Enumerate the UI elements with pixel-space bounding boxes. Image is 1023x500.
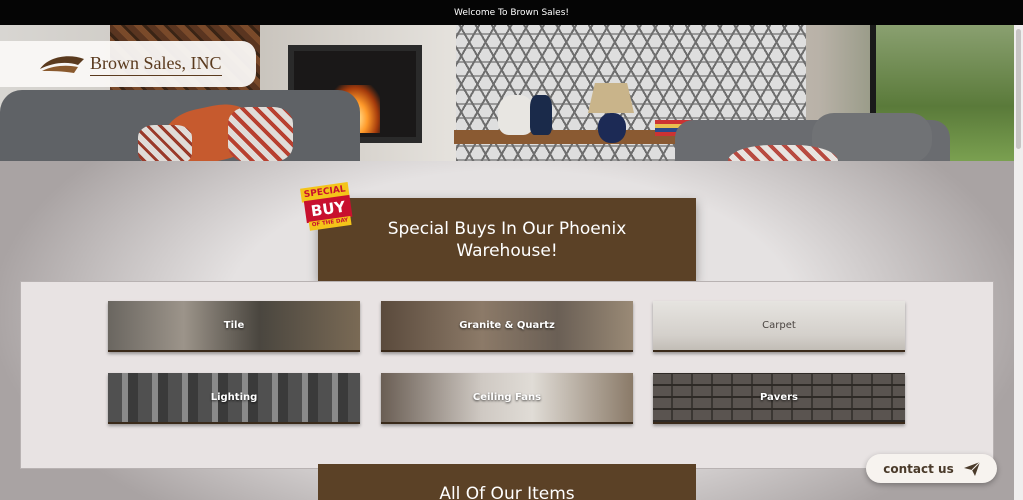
all-items-heading-text: All Of Our Items (439, 484, 575, 500)
contact-us-label: contact us (883, 461, 954, 476)
category-label: Tile (223, 320, 245, 331)
category-label: Carpet (762, 320, 796, 331)
special-buy-badge: SPECIAL BUY OF THE DAY (300, 182, 356, 235)
category-label: Ceiling Fans (472, 392, 542, 403)
paper-plane-icon (963, 461, 980, 476)
category-tile-lighting[interactable]: Lighting (108, 373, 360, 424)
logo-text: Brown Sales, INC (90, 53, 222, 76)
all-items-heading: All Of Our Items (318, 464, 696, 500)
logo-mark-icon (40, 56, 84, 73)
category-tile-ceiling-fans[interactable]: Ceiling Fans (381, 373, 633, 424)
category-label: Granite & Quartz (459, 320, 555, 331)
scrollbar-thumb[interactable] (1016, 29, 1021, 149)
site-logo[interactable]: Brown Sales, INC (0, 41, 256, 87)
category-tile-tile[interactable]: Tile (108, 301, 360, 352)
contact-us-button[interactable]: contact us (866, 454, 997, 483)
welcome-text: Welcome To Brown Sales! (453, 7, 570, 18)
welcome-bar: Welcome To Brown Sales! (0, 0, 1023, 25)
category-tile-carpet[interactable]: Carpet (653, 301, 905, 352)
page-scrollbar[interactable] (1014, 25, 1023, 500)
category-tile-pavers[interactable]: Pavers (653, 373, 905, 424)
category-label: Pavers (760, 392, 798, 403)
special-buys-heading-text: Special Buys In Our Phoenix Warehouse! (387, 218, 627, 261)
category-tile-granite-quartz[interactable]: Granite & Quartz (381, 301, 633, 352)
special-buys-heading: Special Buys In Our Phoenix Warehouse! (318, 198, 696, 281)
category-label: Lighting (210, 392, 258, 403)
